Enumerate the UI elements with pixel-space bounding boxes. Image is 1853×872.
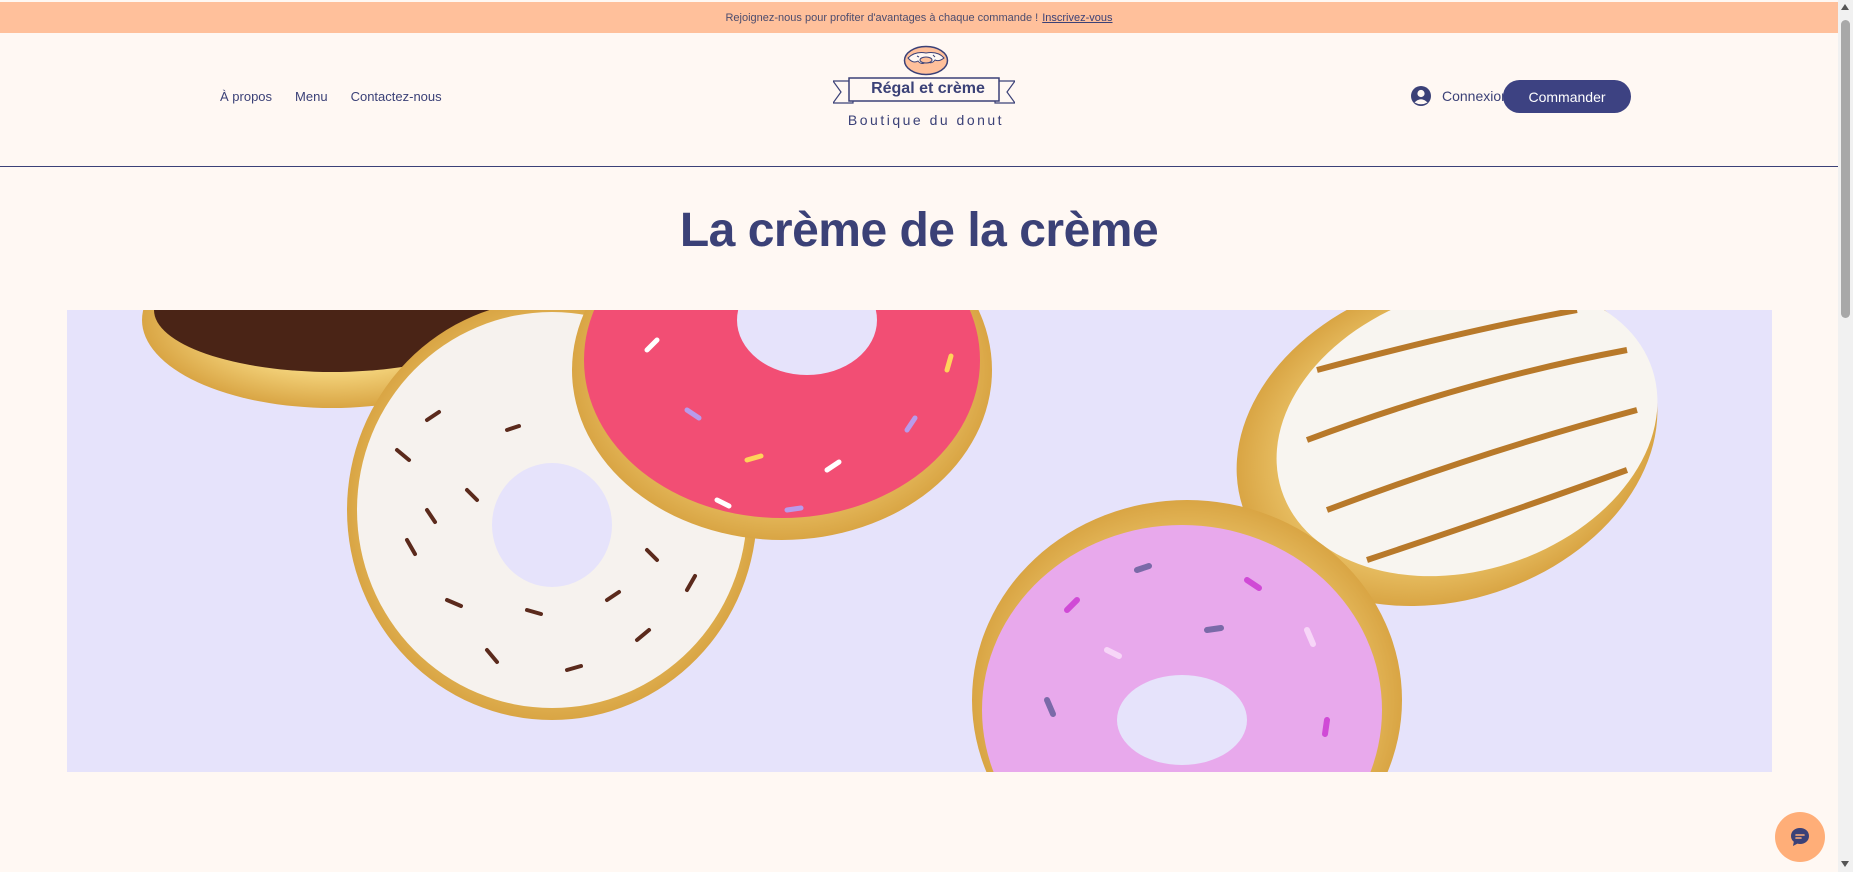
site-header: À propos Menu Contactez-nous Régal et cr… — [0, 33, 1838, 167]
hero-title: La crème de la crème — [679, 204, 1159, 257]
login-label: Connexion — [1442, 88, 1509, 104]
nav-item-contact[interactable]: Contactez-nous — [351, 89, 442, 104]
announcement-text: Rejoignez-nous pour profiter d'avantages… — [725, 11, 1039, 24]
signup-link[interactable]: Inscrivez-vous — [1042, 12, 1112, 24]
user-circle-icon — [1411, 86, 1431, 106]
donut-logo-icon — [903, 45, 949, 76]
nav-item-about[interactable]: À propos — [220, 89, 272, 104]
login-button[interactable]: Connexion — [1410, 85, 1509, 107]
logo-subtitle: Boutique du donut — [847, 112, 1005, 128]
chat-bubble-icon — [1791, 828, 1809, 846]
logo-name: Régal et crème — [871, 80, 985, 97]
order-button[interactable]: Commander — [1503, 80, 1631, 113]
chat-button[interactable] — [1775, 812, 1825, 862]
nav-item-menu[interactable]: Menu — [295, 89, 328, 104]
site-logo[interactable]: Régal et crème Boutique du donut — [833, 45, 1023, 135]
scroll-down-arrow-icon[interactable] — [1841, 861, 1849, 867]
scroll-thumb[interactable] — [1841, 20, 1850, 318]
hero-donuts-image — [67, 310, 1772, 772]
main-nav: À propos Menu Contactez-nous — [220, 89, 442, 104]
page-scrollbar[interactable] — [1838, 0, 1853, 872]
donuts-illustration — [142, 310, 1658, 772]
announcement-bar: Rejoignez-nous pour profiter d'avantages… — [0, 2, 1838, 33]
scroll-up-arrow-icon[interactable] — [1841, 4, 1849, 10]
